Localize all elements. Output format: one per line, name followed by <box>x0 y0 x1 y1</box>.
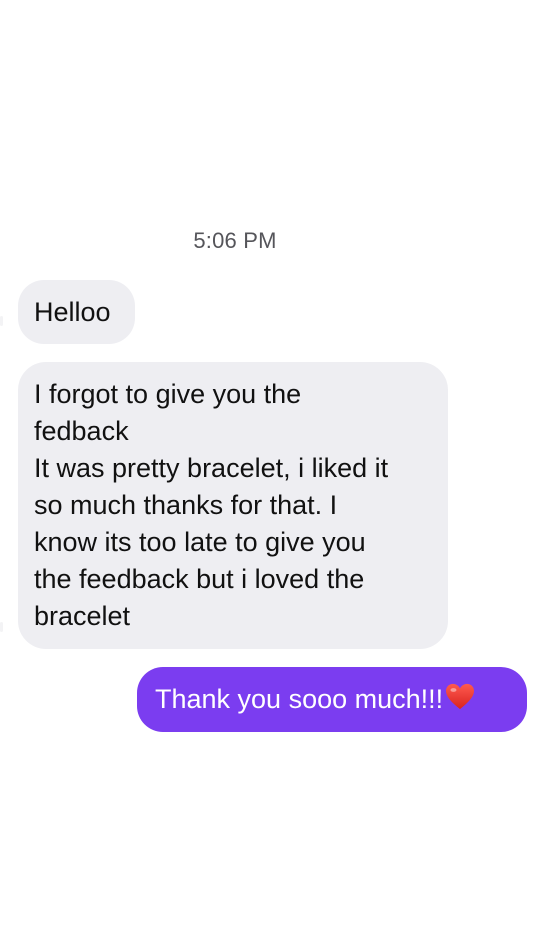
received-message-bubble[interactable]: I forgot to give you the fedback It was … <box>18 362 448 649</box>
sent-message-bubble[interactable]: Thank you sooo much!!! <box>137 667 527 732</box>
red-heart-icon <box>445 683 475 721</box>
message-text-line: know its too late to give you <box>34 527 366 557</box>
message-text-line: It was pretty bracelet, i liked it <box>34 453 389 483</box>
received-message-bubble[interactable]: Helloo <box>18 280 135 344</box>
scroll-edge-indicator <box>0 622 3 632</box>
message-text-line: I forgot to give you the <box>34 379 302 409</box>
message-text-line: so much thanks for that. I <box>34 490 338 520</box>
message-text-line: bracelet <box>34 601 131 631</box>
message-text-line: fedback <box>34 416 129 446</box>
message-text-line: the feedback but i loved the <box>34 564 365 594</box>
message-timestamp: 5:06 PM <box>193 228 277 253</box>
scroll-edge-indicator <box>0 316 3 326</box>
message-text: Thank you sooo much!!! <box>155 684 444 714</box>
message-text: Helloo <box>34 297 111 327</box>
